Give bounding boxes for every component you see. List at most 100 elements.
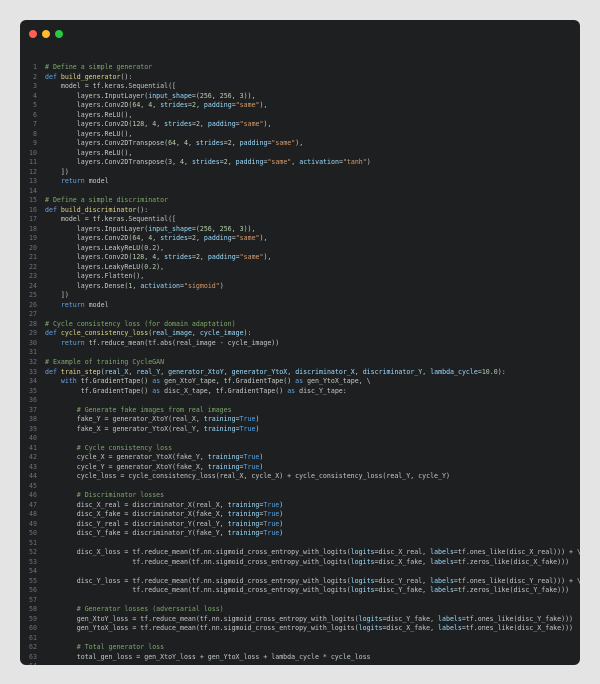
code-line: 19 layers.Conv2D(64, 4, strides=2, paddi… — [20, 234, 580, 244]
code-line: 16 def build_discriminator(): — [20, 206, 580, 216]
line-source — [37, 634, 45, 644]
line-number: 17 — [29, 215, 37, 224]
code-line: 33 def train_step(real_X, real_Y, generat… — [20, 368, 580, 378]
line-number: 62 — [29, 643, 37, 652]
code-line: 42 cycle_X = generator_YtoX(fake_Y, trai… — [20, 453, 580, 463]
line-source: layers.ReLU(), — [45, 110, 133, 119]
code-line: 54 — [20, 567, 580, 577]
line-source: cycle_Y = generator_XtoY(fake_X, trainin… — [45, 462, 264, 471]
line-source: fake_X = generator_YtoX(real_Y, training… — [45, 424, 260, 433]
line-number: 48 — [29, 510, 37, 519]
line-source: def cycle_consistency_loss(real_image, c… — [45, 329, 252, 338]
line-number: 38 — [29, 415, 37, 424]
line-source: # Generator losses (adversarial loss) — [76, 605, 224, 614]
line-source — [37, 348, 45, 358]
code-line: 59 gen_XtoY_loss = tf.reduce_mean(tf.nn.… — [20, 615, 580, 625]
line-number: 40 — [29, 434, 37, 443]
line-number: 61 — [29, 633, 37, 642]
line-number: 54 — [29, 567, 37, 576]
line-number: 64 — [20, 662, 37, 665]
line-number: 20 — [29, 243, 37, 252]
line-source: # Cycle consistency loss — [76, 443, 173, 452]
code-line: 29 def cycle_consistency_loss(real_image,… — [20, 329, 580, 339]
code-line: 15 # Define a simple discriminator — [20, 196, 580, 206]
line-source: model = tf.keras.Sequential([ — [45, 215, 177, 224]
line-source — [37, 539, 45, 549]
line-number: 59 — [29, 614, 37, 623]
code-line: 18 layers.InputLayer(input_shape=(256, 2… — [20, 225, 580, 235]
line-number: 2 — [33, 72, 37, 81]
line-source: tf.GradientTape() as disc_X_tape, tf.Gra… — [45, 386, 347, 395]
line-source — [37, 567, 45, 577]
line-number: 33 — [29, 367, 37, 376]
code-line: 26 return model — [20, 301, 580, 311]
line-source: gen_YtoX_loss = tf.reduce_mean(tf.nn.sig… — [45, 624, 574, 633]
line-source: total_gen_loss = gen_XtoY_loss + gen_Yto… — [45, 652, 371, 661]
minimize-window-icon[interactable] — [42, 30, 50, 38]
code-line: 3 model = tf.keras.Sequential([ — [20, 82, 580, 92]
code-line: 52 disc_X_loss = tf.reduce_mean(tf.nn.si… — [20, 548, 580, 558]
line-number: 1 — [33, 63, 37, 71]
code-line: 11 layers.Conv2DTranspose(3, 4, strides=… — [20, 158, 580, 168]
code-line: 21 layers.Conv2D(128, 4, strides=2, padd… — [20, 253, 580, 263]
line-number: 47 — [29, 500, 37, 509]
line-number: 53 — [29, 557, 37, 566]
line-number: 21 — [29, 253, 37, 262]
code-line: 4 layers.InputLayer(input_shape=(256, 25… — [20, 92, 580, 102]
line-number: 55 — [29, 576, 37, 585]
line-number: 12 — [29, 167, 37, 176]
code-line: 55 disc_Y_loss = tf.reduce_mean(tf.nn.si… — [20, 577, 580, 587]
line-number: 25 — [29, 291, 37, 300]
code-line: 10 layers.ReLU(), — [20, 149, 580, 159]
line-source: layers.ReLU(), — [45, 129, 133, 138]
line-source: layers.ReLU(), — [45, 148, 133, 157]
line-source — [37, 396, 45, 406]
code-line: 14 — [20, 187, 580, 197]
line-number: 31 — [29, 348, 37, 357]
line-number: 60 — [29, 624, 37, 633]
code-line: 60 gen_YtoX_loss = tf.reduce_mean(tf.nn.… — [20, 624, 580, 634]
code-line: 30 return tf.reduce_mean(tf.abs(real_ima… — [20, 339, 580, 349]
code-line: 22 layers.LeakyReLU(0.2), — [20, 263, 580, 273]
line-number: 8 — [33, 129, 37, 138]
line-number: 51 — [29, 538, 37, 547]
code-area[interactable]: 1 # Define a simple generator 2 def build_g… — [20, 63, 580, 665]
maximize-window-icon[interactable] — [55, 30, 63, 38]
line-number: 57 — [29, 595, 37, 604]
line-number: 39 — [29, 424, 37, 433]
line-source: layers.LeakyReLU(0.2), — [45, 262, 165, 271]
line-number: 52 — [29, 548, 37, 557]
code-line: 27 — [20, 310, 580, 320]
line-source: return model — [60, 177, 109, 186]
code-line: 12 ]) — [20, 168, 580, 178]
code-line: 25 ]) — [20, 291, 580, 301]
code-line: 53 tf.reduce_mean(tf.nn.sigmoid_cross_en… — [20, 558, 580, 568]
close-window-icon[interactable] — [29, 30, 37, 38]
code-line: 32 # Example of training CycleGAN — [20, 358, 580, 368]
line-source: layers.InputLayer(input_shape=(256, 256,… — [45, 224, 256, 233]
line-number: 36 — [29, 396, 37, 405]
code-line: 13 return model — [20, 177, 580, 187]
line-number: 56 — [29, 586, 37, 595]
line-number: 34 — [29, 377, 37, 386]
code-line: 28 # Cycle consistency loss (for domain a… — [20, 320, 580, 330]
code-line: 17 model = tf.keras.Sequential([ — [20, 215, 580, 225]
line-number: 58 — [29, 605, 37, 614]
line-number: 50 — [29, 529, 37, 538]
line-number: 14 — [29, 186, 37, 195]
code-line: 49 disc_Y_real = discriminator_Y(real_Y,… — [20, 520, 580, 530]
line-source: disc_X_loss = tf.reduce_mean(tf.nn.sigmo… — [45, 548, 580, 557]
line-source: disc_Y_fake = discriminator_Y(fake_Y, tr… — [45, 529, 284, 538]
code-line: 37 # Generate fake images from real imag… — [20, 406, 580, 416]
line-source: gen_XtoY_loss = tf.reduce_mean(tf.nn.sig… — [45, 614, 574, 623]
line-source — [37, 662, 45, 665]
code-line: 45 — [20, 482, 580, 492]
line-source: # Define a simple generator — [45, 63, 153, 71]
line-number: 27 — [29, 310, 37, 319]
line-number: 63 — [29, 652, 37, 661]
line-source: ]) — [45, 291, 69, 300]
line-source: def train_step(real_X, real_Y, generator… — [45, 367, 506, 376]
line-source: layers.Conv2DTranspose(3, 4, strides=2, … — [45, 158, 371, 167]
line-number: 26 — [29, 300, 37, 309]
line-number: 46 — [29, 491, 37, 500]
